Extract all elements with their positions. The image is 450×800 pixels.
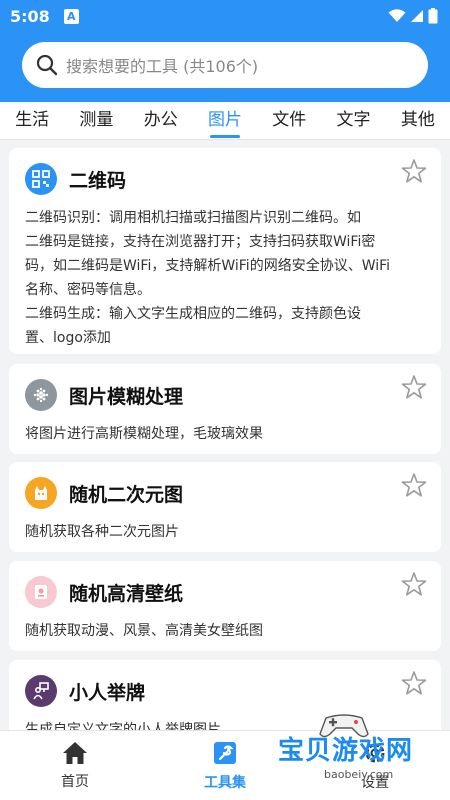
wifi-icon bbox=[388, 9, 406, 22]
tool-title: 随机高清壁纸 bbox=[69, 582, 184, 605]
tool-title: 图片模糊处理 bbox=[69, 385, 184, 408]
sign-person-icon bbox=[25, 675, 57, 707]
tab-images[interactable]: 图片 bbox=[204, 102, 246, 140]
tab-files[interactable]: 文件 bbox=[268, 102, 310, 140]
search-bar[interactable]: 搜索想要的工具 (共106个) bbox=[22, 42, 428, 88]
home-icon bbox=[63, 741, 87, 764]
favorite-star-icon[interactable] bbox=[401, 571, 427, 597]
anime-icon bbox=[25, 477, 57, 509]
tab-text[interactable]: 文字 bbox=[333, 102, 375, 140]
wallpaper-icon bbox=[25, 576, 57, 608]
tool-card-wallpaper[interactable]: 随机高清壁纸 随机获取动漫、风景、高清美女壁纸图 bbox=[9, 561, 441, 651]
search-input[interactable]: 搜索想要的工具 (共106个) bbox=[66, 53, 258, 77]
toolkit-icon bbox=[214, 741, 236, 764]
tool-card-qrcode[interactable]: 二维码 二维码识别：调用相机扫描或扫描图片识别二维码。如 二维码是链接，支持在浏… bbox=[9, 148, 441, 354]
tool-list: 二维码 二维码识别：调用相机扫描或扫描图片识别二维码。如 二维码是链接，支持在浏… bbox=[0, 140, 450, 730]
nav-toolkit-label: 工具集 bbox=[204, 774, 246, 791]
status-time: 5:08 bbox=[10, 6, 50, 26]
search-icon bbox=[36, 54, 58, 76]
tool-description: 随机获取各种二次元图片 bbox=[25, 524, 179, 540]
status-bar: 5:08 A bbox=[0, 0, 450, 32]
watermark-logo: 宝贝游戏网 baobeiy.com bbox=[278, 710, 448, 790]
watermark-url: baobeiy.com bbox=[324, 768, 394, 781]
tool-title: 二维码 bbox=[69, 169, 127, 192]
tool-title: 小人举牌 bbox=[69, 681, 146, 704]
favorite-star-icon[interactable] bbox=[401, 374, 427, 400]
category-tabs: 生活 测量 办公 图片 文件 文字 其他 bbox=[0, 102, 450, 140]
tool-description: 二维码识别：调用相机扫描或扫描图片识别二维码。如 二维码是链接，支持在浏览器打开… bbox=[25, 210, 391, 346]
app-header: 5:08 A 搜索想要的工具 (共106个) bbox=[0, 0, 450, 102]
tool-description: 随机获取动漫、风景、高清美女壁纸图 bbox=[25, 623, 263, 639]
watermark-text: 宝贝游戏网 bbox=[278, 736, 414, 766]
tab-life[interactable]: 生活 bbox=[11, 102, 53, 140]
tool-description: 将图片进行高斯模糊处理，毛玻璃效果 bbox=[25, 426, 263, 442]
tab-measure[interactable]: 测量 bbox=[75, 102, 117, 140]
signal-icon bbox=[411, 10, 423, 22]
favorite-star-icon[interactable] bbox=[401, 158, 427, 184]
blur-icon bbox=[25, 379, 57, 411]
favorite-star-icon[interactable] bbox=[401, 472, 427, 498]
tool-card-blur[interactable]: 图片模糊处理 将图片进行高斯模糊处理，毛玻璃效果 bbox=[9, 364, 441, 454]
tool-title: 随机二次元图 bbox=[69, 483, 184, 506]
nav-home[interactable]: 首页 bbox=[0, 731, 150, 800]
qrcode-icon bbox=[25, 163, 57, 195]
battery-icon bbox=[428, 8, 438, 24]
tab-office[interactable]: 办公 bbox=[140, 102, 182, 140]
favorite-star-icon[interactable] bbox=[401, 670, 427, 696]
tool-card-anime[interactable]: 随机二次元图 随机获取各种二次元图片 bbox=[9, 462, 441, 552]
tab-other[interactable]: 其他 bbox=[397, 102, 439, 140]
nav-home-label: 首页 bbox=[61, 773, 89, 790]
app-notification-icon: A bbox=[63, 8, 79, 24]
